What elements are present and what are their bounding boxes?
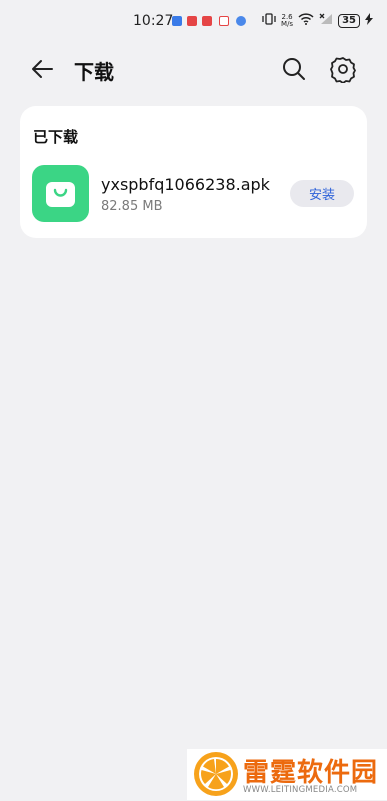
status-bar: 10:27 2.6 M/s 35 <box>0 0 387 44</box>
charging-icon <box>365 13 373 28</box>
downloaded-card: 已下载 yxspbfq1066238.apk 82.85 MB 安装 <box>20 106 367 238</box>
back-arrow-icon[interactable] <box>30 56 56 82</box>
wifi-icon <box>298 13 314 28</box>
watermark-url: WWW.LEITINGMEDIA.COM <box>243 785 358 795</box>
network-speed: 2.6 M/s <box>281 12 294 28</box>
notification-icon <box>236 16 246 26</box>
file-size: 82.85 MB <box>101 199 163 214</box>
section-title: 已下载 <box>33 128 79 146</box>
watermark-brand-name: 雷霆软件园 <box>243 758 379 788</box>
status-icons: 2.6 M/s 35 <box>262 13 373 28</box>
battery-icon: 35 <box>338 13 360 28</box>
notification-icon <box>202 16 212 26</box>
notification-icon <box>172 16 182 26</box>
app-header: 下载 <box>0 44 387 94</box>
watermark: 雷霆软件园 WWW.LEITINGMEDIA.COM <box>187 749 387 800</box>
settings-gear-icon[interactable] <box>329 55 357 84</box>
app-store-bag-icon <box>32 165 89 222</box>
notification-icon <box>187 16 197 26</box>
notification-icon <box>219 16 229 26</box>
vibrate-icon <box>262 13 276 28</box>
install-button[interactable]: 安装 <box>290 180 354 207</box>
file-name: yxspbfq1066238.apk <box>101 175 270 194</box>
orange-logo-icon <box>193 751 239 797</box>
search-icon[interactable] <box>280 55 308 83</box>
no-signal-icon <box>319 13 333 28</box>
status-time: 10:27 <box>133 13 174 29</box>
page-title: 下载 <box>74 60 114 84</box>
